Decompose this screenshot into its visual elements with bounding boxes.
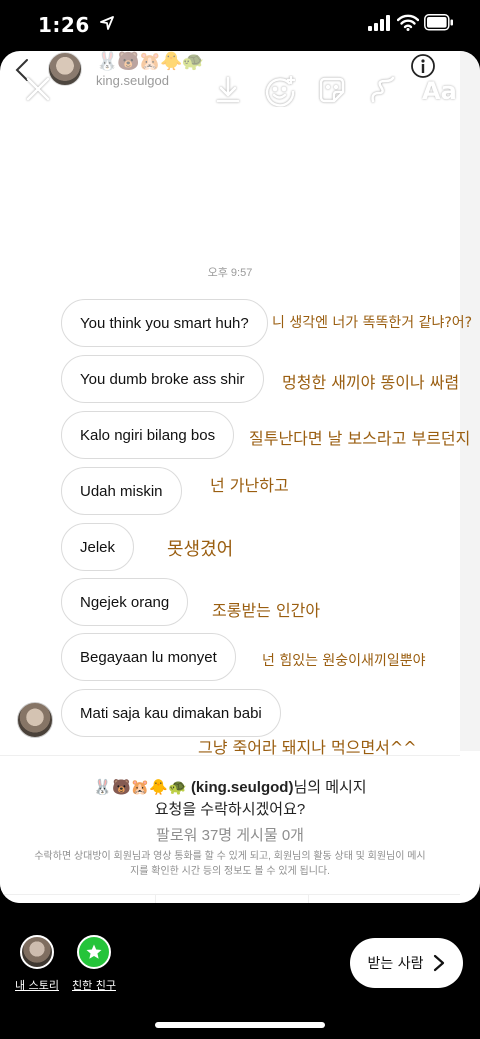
close-friends-star-icon: [77, 935, 111, 969]
info-icon[interactable]: [410, 53, 436, 79]
send-to-label: 받는 사람: [367, 956, 424, 972]
close-friends-button[interactable]: 친한 친구: [64, 935, 124, 993]
status-time: 1:26: [38, 13, 90, 37]
dm-header-avatar[interactable]: [48, 52, 82, 86]
draw-squiggle-icon[interactable]: [369, 75, 397, 105]
message-bubble[interactable]: Udah miskin: [61, 467, 182, 515]
close-friends-label: 친한 친구: [72, 979, 116, 992]
request-action-row: [0, 894, 460, 903]
request-stats: 팔로워 37명 게시물 0개: [156, 827, 304, 844]
request-emojis: 🐰🐻🐹🐥🐢: [93, 779, 187, 796]
translation-caption: 넌 힘있는 원숭이새끼일뿐야: [262, 653, 426, 669]
message-timestamp: 오후 9:57: [207, 267, 253, 279]
message-bubble[interactable]: Mati saja kau dimakan babi: [61, 689, 281, 737]
translation-caption: 못생겼어: [167, 539, 234, 560]
text-tool-button[interactable]: Aa: [422, 77, 457, 105]
message-bubble[interactable]: You dumb broke ass shir: [61, 355, 264, 403]
home-indicator[interactable]: [155, 1022, 325, 1028]
send-to-button[interactable]: 받는 사람: [350, 938, 463, 988]
translation-caption: 멍청한 새끼야 똥이나 싸렴: [282, 373, 460, 392]
request-title: 🐰🐻🐹🐥🐢 (king.seulgod)님의 메시지: [0, 776, 460, 797]
sticker-icon[interactable]: [317, 75, 347, 105]
message-bubble[interactable]: Ngejek orang: [61, 578, 189, 626]
sender-avatar[interactable]: [17, 702, 53, 738]
location-arrow-icon: [100, 16, 114, 30]
translation-caption: 넌 가난하고: [210, 476, 289, 495]
message-bubble[interactable]: Jelek: [61, 523, 135, 571]
wifi-icon: [397, 14, 419, 31]
face-effects-icon[interactable]: [264, 75, 296, 107]
divider: [308, 895, 309, 903]
message-bubble[interactable]: Kalo ngiri bilang bos: [61, 411, 235, 459]
share-bar: 내 스토리 친한 친구 받는 사람: [0, 903, 480, 1039]
message-bubble[interactable]: Begayaan lu monyet: [61, 633, 236, 681]
divider: [155, 895, 156, 903]
translation-caption: 질투난다면 날 보스라고 부르던지: [249, 429, 471, 448]
message-bubble[interactable]: You think you smart huh?: [61, 299, 268, 347]
message-request-panel: 🐰🐻🐹🐥🐢 (king.seulgod)님의 메시지 요청을 수락하시겠어요? …: [0, 755, 460, 903]
dm-header-username[interactable]: king.seulgod: [96, 73, 169, 88]
cellular-signal-icon: [368, 15, 390, 31]
background-strip: [460, 51, 480, 751]
story-canvas: 🐰🐻🐹🐥🐢 king.seulgod Aa 오후 9:57 You think …: [0, 51, 480, 903]
my-story-avatar: [20, 935, 54, 969]
close-icon[interactable]: [24, 75, 52, 103]
download-icon[interactable]: [214, 75, 242, 105]
chevron-right-icon: [434, 954, 445, 972]
my-story-label: 내 스토리: [15, 979, 59, 992]
translation-caption: 니 생각엔 너가 똑똑한거 같냐?어?: [272, 315, 473, 331]
request-note: 수락하면 상대방이 회원님과 영상 통화를 할 수 있게 되고, 회원님의 활동…: [34, 851, 426, 877]
my-story-button[interactable]: 내 스토리: [7, 935, 67, 993]
battery-icon: [424, 14, 453, 31]
dm-header-emojis: 🐰🐻🐹🐥🐢: [96, 51, 204, 71]
status-bar: 1:26: [0, 0, 480, 50]
request-question: 요청을 수락하시겠어요?: [154, 801, 306, 818]
request-username[interactable]: (king.seulgod): [191, 779, 294, 796]
request-title-suffix: 님의 메시지: [293, 779, 367, 796]
translation-caption: 조롱받는 인간아: [212, 601, 321, 620]
